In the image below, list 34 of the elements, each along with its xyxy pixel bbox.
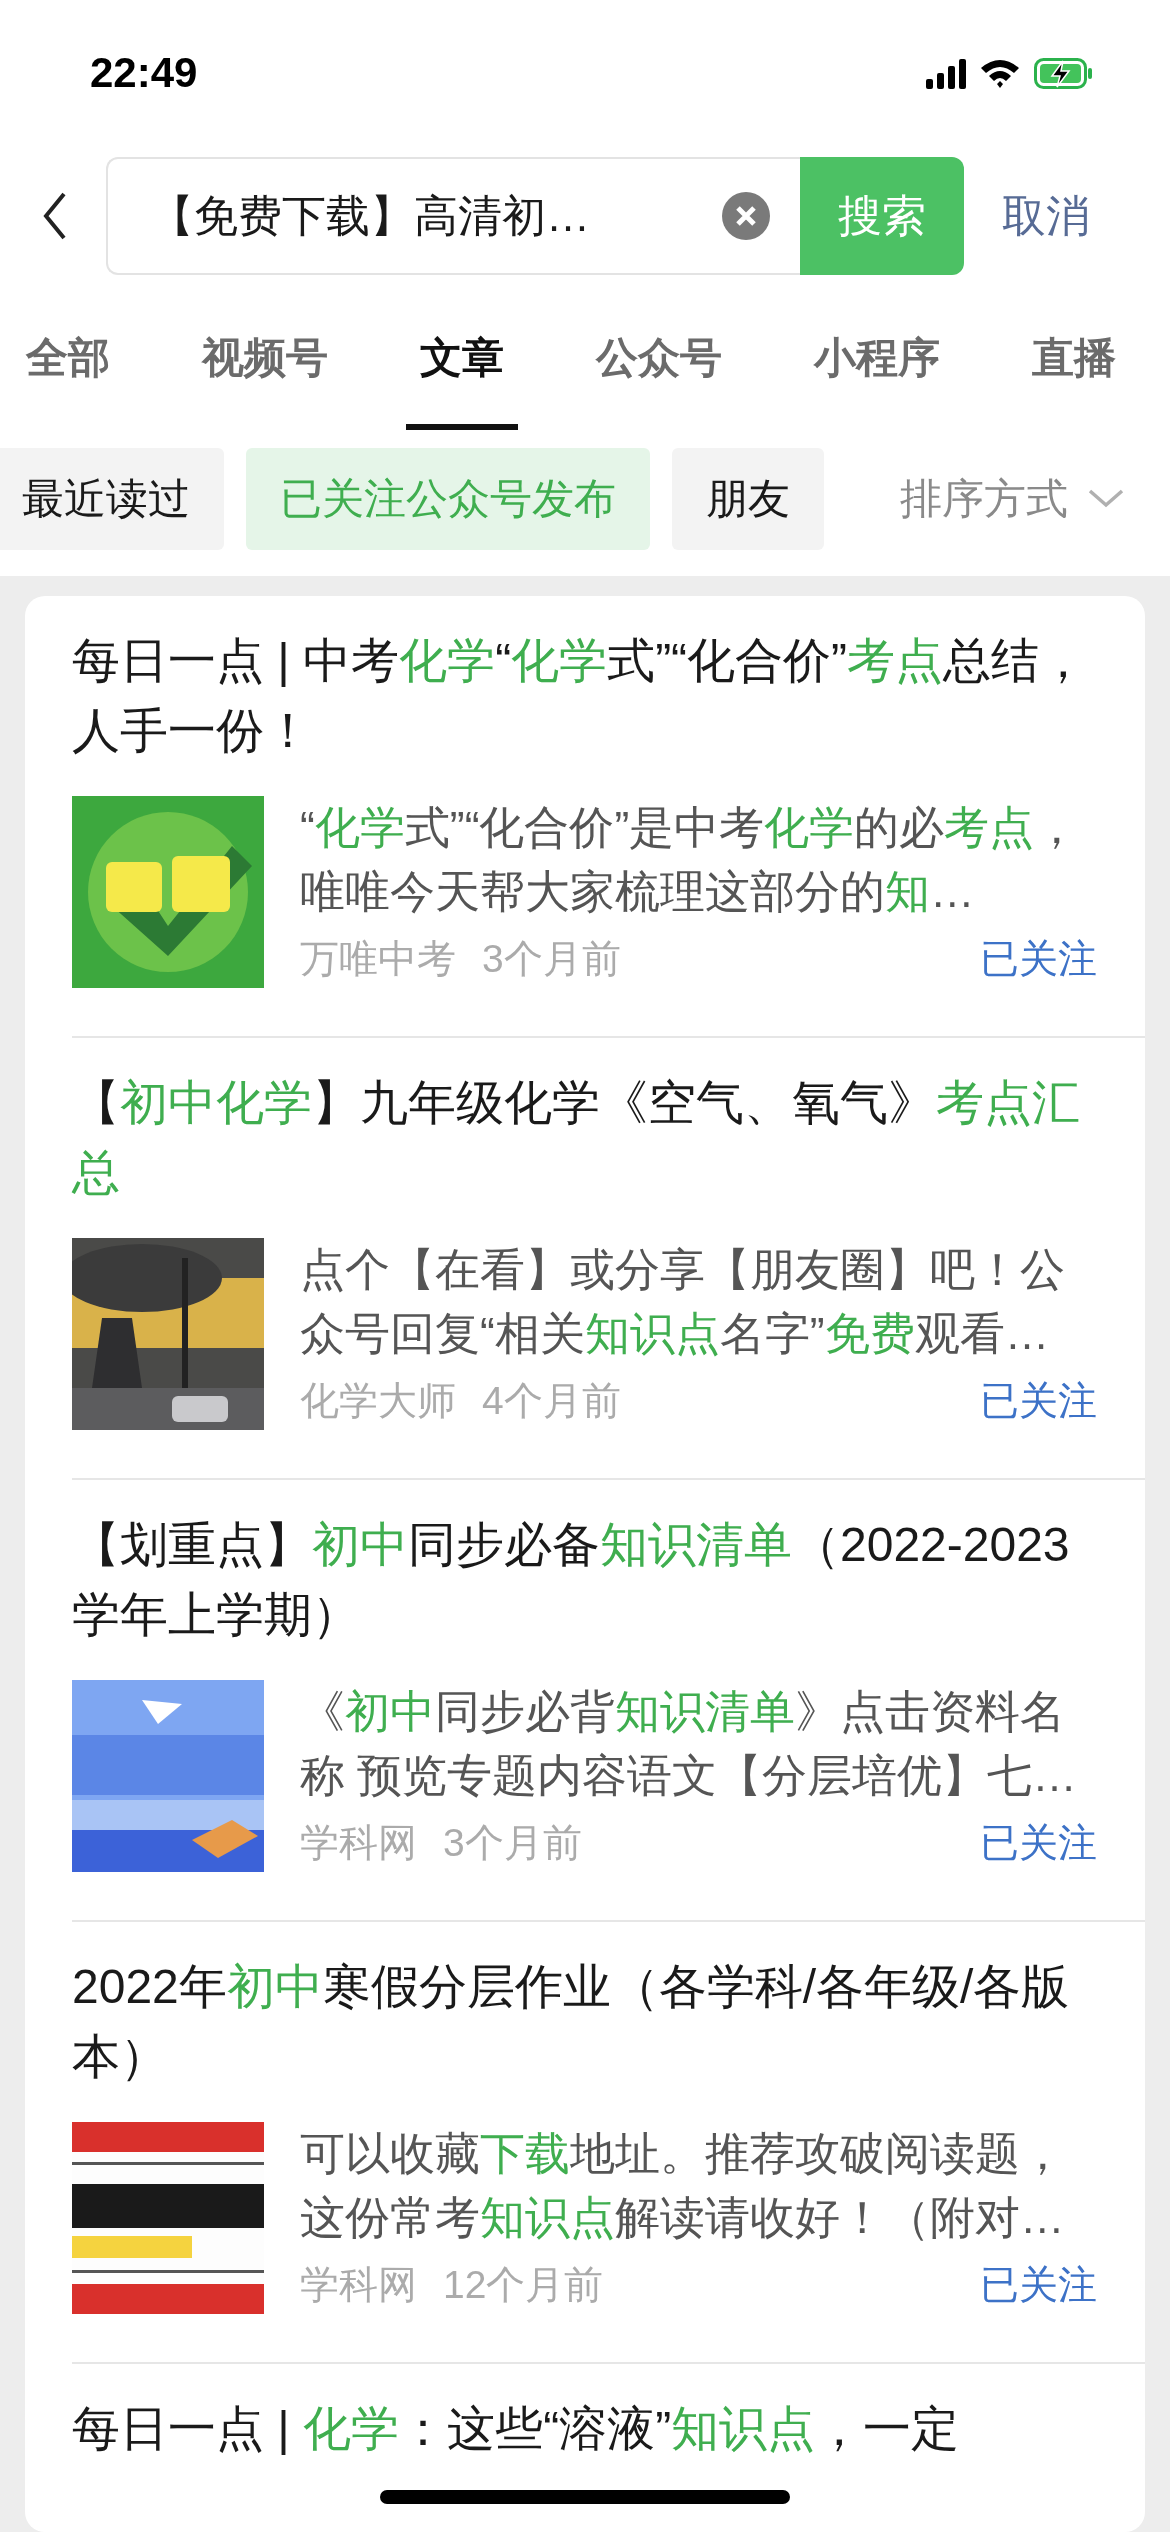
article-summary: 《初中 同步必背知识清单》点击资料名称 预览专题内容语文【分层培优】七… <box>300 1686 1078 1802</box>
publish-time: 3个月前 <box>482 936 622 982</box>
cancel-button[interactable]: 取消 <box>1002 186 1090 246</box>
tab[interactable]: 小程序 <box>800 286 954 430</box>
article-title[interactable]: 【初中化学】九年级化学《空气、氧气》考点汇总 <box>72 1068 1097 1208</box>
time: 22:49 <box>90 49 199 97</box>
tab[interactable]: 公众号 <box>582 286 736 430</box>
publish-time: 3个月前 <box>443 1820 583 1866</box>
signal-icon <box>926 57 966 89</box>
publish-time: 12个月前 <box>443 2262 605 2308</box>
search-box[interactable]: 【免费下载】高清初… <box>106 157 800 275</box>
article-summary: “化学式”“化合价”是中考化学的必考点，唯唯今天帮大家梳理这部分的知… <box>300 802 1081 918</box>
back-icon[interactable] <box>42 190 68 242</box>
followed-label: 已关注 <box>980 1820 1097 1866</box>
followed-label: 已关注 <box>980 2262 1097 2308</box>
followed-label: 已关注 <box>980 936 1097 982</box>
clear-icon[interactable] <box>722 192 770 240</box>
article-summary: 点个【在看】或分享【朋友圈】吧！公众号回复“相关知识点名字”免费观看… <box>300 1244 1066 1360</box>
followed-label: 已关注 <box>980 1378 1097 1424</box>
search-field[interactable]: 【免费下载】高清初… <box>108 191 692 241</box>
filter-chip[interactable]: 朋友 <box>672 448 824 550</box>
article-title[interactable]: 【划重点】初中 同步必备知识清单（2022-2023学年上学期） <box>72 1510 1097 1650</box>
tab[interactable]: 直播 <box>1018 286 1130 430</box>
tab[interactable]: 视频号 <box>188 286 342 430</box>
chevron-down-icon <box>1088 489 1124 509</box>
article-title[interactable]: 每日一点 | 化学：这些“溶液”知识点，一定 <box>72 2394 1097 2464</box>
filter-chip[interactable]: 最近读过 <box>0 448 224 550</box>
tab[interactable]: 文章 <box>406 286 518 430</box>
publish-time: 4个月前 <box>482 1378 622 1424</box>
battery-icon <box>1034 57 1092 89</box>
article-title[interactable]: 每日一点 | 中考化学“化学式”“化合价”考点总结，人手一份！ <box>72 626 1097 766</box>
article-title[interactable]: 2022年初中寒假分层作业（各学科/各年级/各版本） <box>72 1952 1097 2092</box>
article-summary: 可以收藏下载地址。推荐攻破阅读题，这份常考知识点解读请收好！（附对… <box>300 2128 1066 2244</box>
tab[interactable]: 全部 <box>12 286 124 430</box>
